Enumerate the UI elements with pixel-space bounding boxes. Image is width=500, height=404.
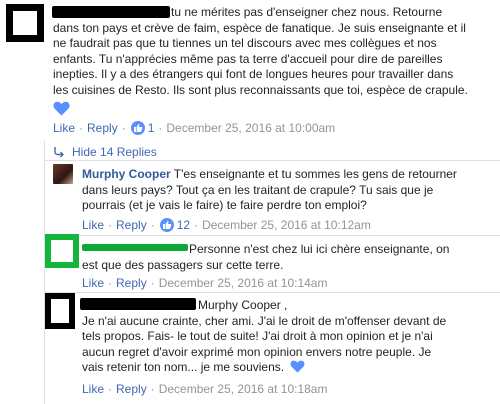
- avatar[interactable]: [45, 293, 75, 329]
- divider: [44, 292, 500, 293]
- comment-text: tu ne mérites pas d'enseigner chez nous.…: [53, 5, 468, 97]
- comment-text: Murphy Cooper , Je n'ai aucune crainte, …: [82, 298, 497, 378]
- timestamp[interactable]: December 25, 2016 at 10:12am: [202, 218, 371, 232]
- hide-replies-label: Hide 14 Replies: [72, 145, 157, 159]
- reply-link[interactable]: Reply: [116, 276, 147, 290]
- reply-link[interactable]: Reply: [87, 121, 118, 135]
- heart-icon: [290, 360, 305, 378]
- avatar[interactable]: [45, 234, 79, 268]
- comment-actions: Like · Reply · 1 · December 25, 2016 at …: [53, 121, 336, 135]
- divider: [44, 235, 500, 236]
- hide-replies-link[interactable]: Hide 14 Replies: [53, 145, 157, 159]
- comment-actions: Like · Reply · 12 · December 25, 2016 at…: [82, 218, 371, 232]
- timestamp[interactable]: December 25, 2016 at 10:14am: [159, 276, 328, 290]
- comment-actions: Like · Reply · December 25, 2016 at 10:1…: [82, 382, 328, 396]
- comment-text: Personne n'est chez lui ici chère enseig…: [82, 242, 450, 272]
- like-link[interactable]: Like: [82, 218, 104, 232]
- timestamp[interactable]: December 25, 2016 at 10:00am: [166, 121, 335, 135]
- comment-text: Murphy Cooper T'es enseignante et tu som…: [82, 167, 457, 212]
- comment-actions: Like · Reply · December 25, 2016 at 10:1…: [82, 276, 328, 290]
- return-arrow-icon: [54, 147, 64, 158]
- like-link[interactable]: Like: [53, 121, 75, 135]
- timestamp[interactable]: December 25, 2016 at 10:18am: [159, 382, 328, 396]
- thread-line: [44, 140, 45, 404]
- divider: [44, 160, 500, 161]
- like-count[interactable]: 1: [148, 121, 155, 135]
- like-link[interactable]: Like: [82, 276, 104, 290]
- mention[interactable]: Murphy Cooper ,: [198, 298, 287, 312]
- reply-link[interactable]: Reply: [116, 218, 147, 232]
- like-count[interactable]: 12: [177, 218, 190, 232]
- avatar[interactable]: [53, 164, 73, 184]
- reply-link[interactable]: Reply: [116, 382, 147, 396]
- thumbs-up-icon: [130, 121, 145, 135]
- like-link[interactable]: Like: [82, 382, 104, 396]
- avatar[interactable]: [6, 4, 44, 42]
- heart-icon: [53, 101, 70, 119]
- author-name[interactable]: Murphy Cooper: [82, 167, 171, 181]
- thumbs-up-icon: [159, 218, 174, 232]
